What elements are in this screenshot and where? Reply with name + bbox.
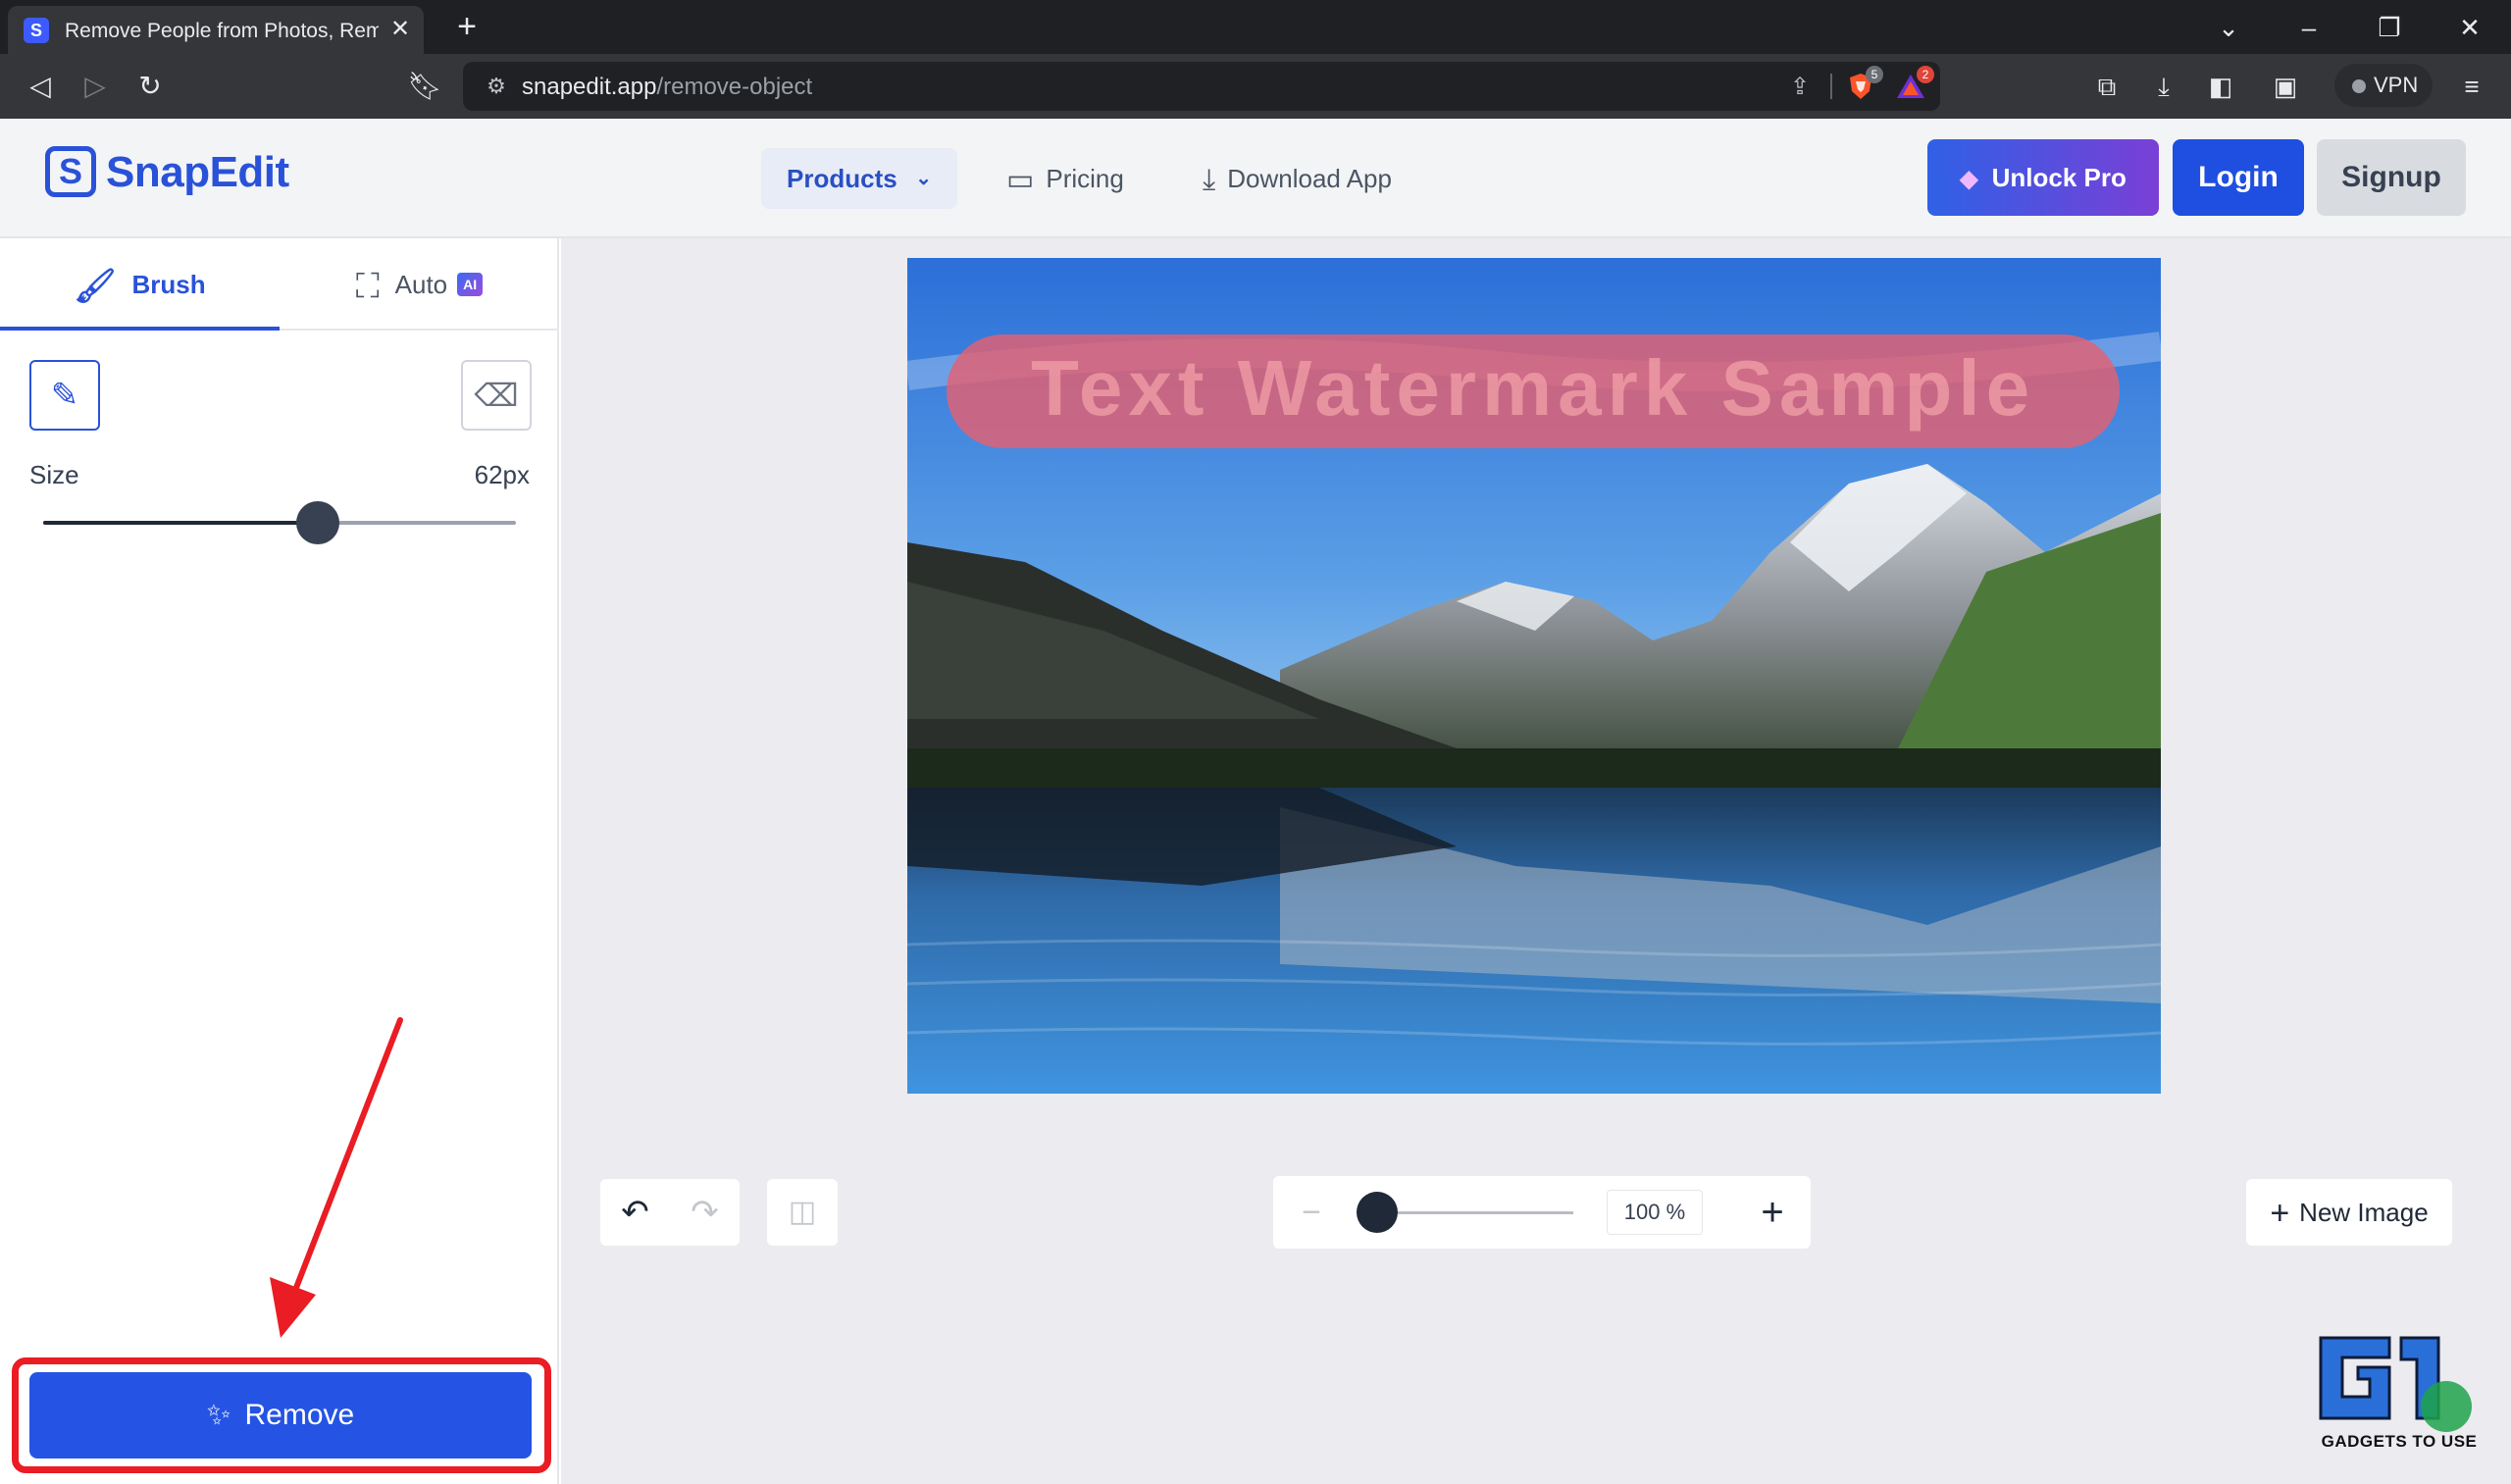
tab-search-icon[interactable]: ⌄ — [2209, 8, 2248, 47]
site-favicon-icon: S — [24, 18, 49, 43]
download-app-label: Download App — [1227, 164, 1392, 193]
minimize-icon[interactable]: – — [2289, 8, 2329, 47]
rewards-count: 2 — [1917, 66, 1934, 83]
landscape-photo: Text Watermark Sample — [907, 258, 2161, 1094]
remove-highlight-box — [12, 1357, 551, 1473]
gem-icon: ◆ — [1960, 166, 1978, 192]
pricing-label: Pricing — [1046, 164, 1124, 193]
minus-icon[interactable]: − — [1289, 1190, 1334, 1235]
zoom-controls: − 100 % + — [1273, 1176, 1811, 1249]
unlock-pro-label: Unlock Pro — [1991, 163, 2127, 192]
eraser-icon[interactable]: ⌫ — [461, 360, 532, 431]
size-slider-fill — [43, 521, 318, 525]
bookmark-icon[interactable]: 🔖︎ — [404, 66, 445, 107]
vpn-label: VPN — [2374, 73, 2419, 97]
gadgets-to-use-watermark: GADGETS TO USE — [2311, 1328, 2487, 1452]
watermark-caption: GADGETS TO USE — [2321, 1432, 2478, 1451]
plus-icon[interactable]: + — [1750, 1190, 1795, 1235]
signup-button[interactable]: Signup — [2317, 139, 2466, 216]
zoom-value[interactable]: 100 % — [1607, 1190, 1703, 1235]
omnibox-divider — [1830, 74, 1832, 99]
new-image-plus-icon: + — [2270, 1195, 2290, 1232]
browser-toolbar: ◁ ▷ ↻ 🔖︎ ⚙︎ snapedit.app/remove-object ⇪… — [0, 54, 2511, 119]
wallet-icon[interactable]: ▣ — [2266, 67, 2305, 106]
url-path: /remove-object — [656, 74, 813, 100]
tab-auto-label: Auto — [394, 270, 448, 299]
redo-icon[interactable]: ↷ — [670, 1179, 740, 1246]
download-app-icon: ⤓ — [1203, 164, 1216, 196]
download-icon[interactable]: ⤓ — [2144, 67, 2183, 106]
tab-title: Remove People from Photos, Remove Object… — [65, 20, 379, 42]
new-tab-icon[interactable]: + — [449, 9, 485, 44]
unlock-pro-button[interactable]: ◆ Unlock Pro — [1927, 139, 2159, 216]
zoom-slider[interactable] — [1357, 1192, 1573, 1233]
brush-mode-icon[interactable]: ✎ — [29, 360, 100, 431]
history-controls: ↶ ↷ — [600, 1179, 740, 1246]
size-slider[interactable] — [43, 501, 516, 544]
tab-auto[interactable]: ⛶ Auto AI — [280, 238, 559, 331]
site-info-icon[interactable]: ⚙︎ — [483, 73, 510, 100]
forward-icon[interactable]: ▷ — [75, 66, 116, 107]
gadgets-to-use-logo — [2319, 1336, 2472, 1432]
auto-select-icon: ⛶ — [355, 268, 380, 305]
sidebar-icon[interactable]: ◧ — [2201, 67, 2240, 106]
brush-icon: 🖌︎ — [74, 268, 117, 305]
ai-badge: AI — [457, 273, 484, 296]
brave-shield-icon[interactable]: 5 — [1846, 66, 1883, 101]
reload-icon[interactable]: ↻ — [129, 66, 171, 107]
products-menu[interactable]: Products ⌄ — [761, 148, 957, 209]
address-url: snapedit.app/remove-object — [522, 74, 812, 101]
pricing-link[interactable]: ▭ Pricing — [1006, 148, 1124, 209]
browser-tab-bar: S Remove People from Photos, Remove Obje… — [0, 0, 2511, 54]
rewards-icon[interactable]: 2 — [1895, 66, 1934, 101]
zoom-slider-thumb[interactable] — [1357, 1192, 1398, 1233]
tab-brush-label: Brush — [131, 270, 206, 299]
pricing-card-icon: ▭ — [1006, 164, 1035, 196]
tab-brush[interactable]: 🖌︎ Brush — [0, 238, 280, 331]
address-bar[interactable]: ⚙︎ snapedit.app/remove-object ⇪ 5 2 — [463, 62, 1940, 111]
site-header: S SnapEdit Products ⌄ ▭ Pricing ⤓ Download… — [0, 119, 2511, 238]
screen: S Remove People from Photos, Remove Obje… — [0, 0, 2511, 1484]
watermark-text: Text Watermark Sample — [1031, 344, 2035, 432]
vpn-button[interactable]: VPN — [2334, 64, 2433, 107]
image-canvas[interactable]: Text Watermark Sample — [907, 258, 2161, 1094]
size-value: 62px — [474, 460, 530, 489]
size-label: Size — [29, 460, 79, 489]
undo-icon[interactable]: ↶ — [600, 1179, 670, 1246]
login-button[interactable]: Login — [2173, 139, 2304, 216]
products-label: Products — [787, 164, 897, 193]
logo-text: SnapEdit — [106, 148, 289, 196]
brave-shield-count: 5 — [1866, 66, 1883, 83]
back-icon[interactable]: ◁ — [20, 66, 61, 107]
url-host: snapedit.app — [522, 74, 657, 100]
logo-mark-icon: S — [45, 146, 96, 197]
new-image-label: New Image — [2299, 1198, 2429, 1227]
share-icon[interactable]: ⇪ — [1785, 73, 1815, 102]
window-close-icon[interactable]: ✕ — [2450, 8, 2489, 47]
new-image-button[interactable]: + New Image — [2246, 1179, 2452, 1246]
download-app-link[interactable]: ⤓ Download App — [1203, 148, 1392, 209]
extensions-icon[interactable]: ⧉ — [2087, 67, 2127, 106]
vpn-status-icon — [2352, 79, 2366, 93]
chevron-down-icon: ⌄ — [915, 168, 932, 189]
size-slider-thumb[interactable] — [295, 501, 339, 544]
compare-icon[interactable]: ◫ — [767, 1179, 838, 1246]
tool-panel: 🖌︎ Brush ⛶ Auto AI ✎ ⌫ Size 62px — [0, 238, 559, 1484]
browser-tab[interactable]: S Remove People from Photos, Remove Obje… — [8, 6, 424, 54]
close-tab-icon[interactable]: ✕ — [386, 16, 414, 43]
menu-icon[interactable]: ≡ — [2452, 67, 2491, 106]
tool-tabs: 🖌︎ Brush ⛶ Auto AI — [0, 238, 559, 331]
restore-icon[interactable]: ❐ — [2370, 8, 2409, 47]
